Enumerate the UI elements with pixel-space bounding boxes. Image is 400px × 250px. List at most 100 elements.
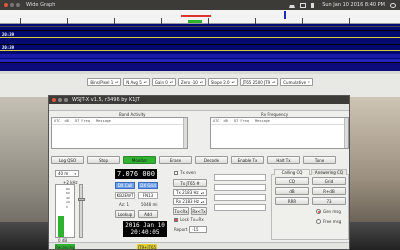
azimuth-label: Az: 1 bbox=[119, 202, 129, 207]
jt65-jt9-divider bbox=[284, 11, 286, 19]
tab-calling-cq[interactable]: Calling CQ bbox=[274, 169, 310, 175]
grid-button[interactable]: Grid bbox=[312, 177, 346, 185]
tune-button[interactable]: Tune bbox=[303, 156, 336, 164]
slope-value: Slope 2.0 bbox=[210, 79, 230, 85]
wide-graph-controls: Bins/Pixel 1 ▴▾ N Avg 5 ▴▾ Gain 0 ▴▾ Zero -… bbox=[0, 74, 400, 97]
slider-handle[interactable] bbox=[78, 198, 85, 201]
frequency-ruler[interactable] bbox=[0, 10, 400, 24]
rx-frequency-scrollbar[interactable] bbox=[344, 118, 348, 148]
window-title: Wide Graph bbox=[26, 2, 56, 8]
wsjtx-titlebar[interactable]: WSJT-X v1.5, r3496 by K1JT bbox=[49, 96, 349, 104]
add-button[interactable]: Add bbox=[138, 210, 158, 218]
bins-per-pixel-spinbox[interactable]: Bins/Pixel 1 ▴▾ bbox=[87, 78, 122, 86]
lock-tx-rx-checkbox[interactable] bbox=[174, 218, 178, 222]
spectrum-mode-select[interactable]: Cumulative ▾ bbox=[280, 78, 313, 86]
n-avg-spinbox[interactable]: N Avg 5 ▴▾ bbox=[123, 78, 150, 86]
rx-frequency-spinbox[interactable]: Rx 2183 Hz ▴▾ bbox=[173, 198, 207, 205]
rx-frequency-header: UTC dB DT Freq Message bbox=[211, 118, 348, 125]
dx-grid-button[interactable]: DX Grid bbox=[138, 182, 158, 189]
maximize-window-icon[interactable] bbox=[16, 3, 20, 7]
window-controls bbox=[52, 98, 68, 102]
minimize-window-icon[interactable] bbox=[58, 98, 62, 102]
spin-arrows-icon: ▴▾ bbox=[200, 190, 204, 195]
zero-value: Zero -10 bbox=[180, 79, 198, 85]
tx-power-slider[interactable] bbox=[78, 184, 85, 238]
log-qso-button[interactable]: Log QSO bbox=[51, 156, 84, 164]
db-button[interactable]: dB bbox=[275, 187, 309, 195]
waterfall-timestamp: 20:39 bbox=[2, 45, 15, 50]
rx-to-tx-button[interactable]: Rx<Tx bbox=[191, 207, 207, 215]
signal-level-meter: 80 60 40 20 0 bbox=[55, 184, 75, 238]
wsjtx-main-window: WSJT-X v1.5, r3496 by K1JT Band Activity… bbox=[48, 95, 350, 250]
receiving-status-badge: Receiving bbox=[55, 244, 75, 250]
zero-spinbox[interactable]: Zero -10 ▴▾ bbox=[177, 78, 206, 86]
split-value: JT65 2500 JT9 bbox=[242, 79, 271, 85]
network-icon[interactable] bbox=[289, 3, 296, 8]
close-window-icon[interactable] bbox=[4, 3, 8, 7]
tx-jt65-button[interactable]: Tx JT65 # bbox=[173, 179, 207, 187]
date-display: 2016 Jan 10 bbox=[125, 222, 165, 229]
spin-arrows-icon: ▴▾ bbox=[143, 80, 147, 84]
maximize-window-icon[interactable] bbox=[64, 98, 68, 102]
volume-icon[interactable] bbox=[311, 2, 317, 8]
indicator-area: Sun Jan 10 2016 8:40 PM bbox=[289, 2, 396, 8]
keyboard-layout-icon[interactable] bbox=[300, 2, 307, 8]
time-display: 20:40:05 bbox=[130, 229, 160, 236]
menu-bar[interactable] bbox=[49, 104, 349, 111]
tx3-message-field[interactable] bbox=[214, 194, 266, 201]
wsjtx-title: WSJT-X v1.5, r3496 by K1JT bbox=[72, 97, 140, 103]
free-msg-radio[interactable] bbox=[316, 219, 321, 224]
n-avg-value: N Avg 5 bbox=[126, 79, 142, 85]
tx4-message-field[interactable] bbox=[214, 204, 266, 211]
tx1-message-field[interactable] bbox=[214, 174, 266, 181]
dx-grid-field[interactable]: FN13 bbox=[138, 192, 158, 199]
bins-per-pixel-value: Bins/Pixel 1 bbox=[90, 79, 114, 85]
distance-label: 5048 mi bbox=[141, 202, 158, 207]
halt-tx-button[interactable]: Halt Tx bbox=[267, 156, 300, 164]
report-spinbox[interactable]: -15 bbox=[189, 226, 207, 233]
rx-band-marker bbox=[181, 15, 211, 17]
band-activity-scrollbar[interactable] bbox=[183, 118, 187, 148]
decode-button[interactable]: Decode bbox=[195, 156, 228, 164]
tx-even-label: Tx even bbox=[180, 170, 196, 175]
tx-frequency-spinbox[interactable]: Tx 2183 Hz ▴▾ bbox=[173, 189, 207, 196]
tx2-message-field[interactable] bbox=[214, 184, 266, 191]
dx-call-button[interactable]: DX Call bbox=[115, 182, 135, 189]
gain-spinbox[interactable]: Gain 0 ▴▾ bbox=[151, 78, 176, 86]
close-window-icon[interactable] bbox=[52, 98, 56, 102]
jt65-jt9-split-spinbox[interactable]: JT65 2500 JT9 ▴▾ bbox=[239, 78, 279, 86]
dx-call-field[interactable]: KB2EWT bbox=[115, 192, 135, 199]
clock[interactable]: Sun Jan 10 2016 8:40 PM bbox=[322, 2, 385, 8]
r-db-button[interactable]: R+dB bbox=[312, 187, 346, 195]
rx-frequency-panel[interactable]: UTC dB DT Freq Message bbox=[210, 117, 349, 149]
gen-msg-label: Gen msg bbox=[323, 209, 341, 214]
top-panel: Wide Graph Sun Jan 10 2016 8:40 PM bbox=[0, 0, 400, 10]
dial-frequency-display: 7.076 000 bbox=[115, 169, 157, 179]
rrr-button[interactable]: RRR bbox=[275, 197, 309, 205]
band-value: 40 m bbox=[58, 171, 69, 176]
mode-status-badge: JT9+JT65 bbox=[137, 244, 157, 250]
enable-tx-button[interactable]: Enable Tx bbox=[231, 156, 264, 164]
band-select[interactable]: 40 m ▾ bbox=[55, 170, 79, 177]
slope-spinbox[interactable]: Slope 2.0 ▴▾ bbox=[207, 78, 238, 86]
tx-frequency-marker bbox=[188, 20, 202, 23]
gen-msg-radio[interactable] bbox=[316, 209, 321, 214]
spin-arrows-icon: ▴▾ bbox=[231, 80, 235, 84]
monitor-button[interactable]: Monitor bbox=[123, 156, 156, 164]
stop-button[interactable]: Stop bbox=[87, 156, 120, 164]
tx-hz-value: Tx 2183 Hz bbox=[176, 190, 199, 195]
gear-icon[interactable] bbox=[390, 2, 396, 8]
lookup-button[interactable]: Lookup bbox=[115, 210, 135, 218]
band-activity-panel[interactable]: UTC dB DT Freq Message bbox=[51, 117, 188, 149]
minimize-window-icon[interactable] bbox=[10, 3, 14, 7]
tab-answering-cq[interactable]: Answering CQ bbox=[311, 169, 347, 175]
tx-even-checkbox[interactable] bbox=[174, 171, 178, 175]
gain-value: Gain 0 bbox=[154, 79, 168, 85]
spin-arrows-icon: ▴▾ bbox=[199, 80, 203, 84]
erase-button[interactable]: Erase bbox=[159, 156, 192, 164]
cq-button[interactable]: CQ bbox=[275, 177, 309, 185]
tx-to-rx-button[interactable]: Tx<Rx bbox=[173, 207, 189, 215]
control-button-row: Log QSO Stop Monitor Erase Decode Enable… bbox=[51, 156, 348, 164]
spectrum-mode-value: Cumulative bbox=[283, 79, 307, 85]
seventy-three-button[interactable]: 73 bbox=[312, 197, 346, 205]
